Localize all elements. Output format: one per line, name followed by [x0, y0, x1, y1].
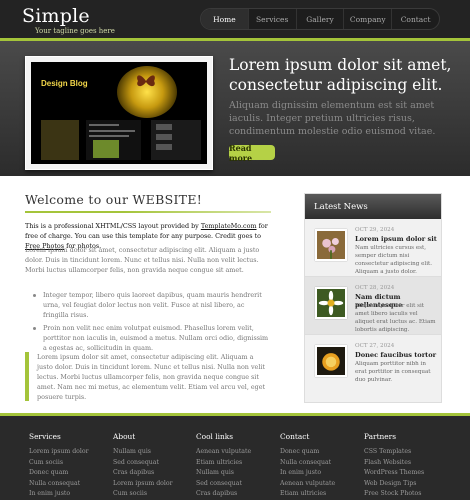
news-heading: Latest News — [305, 194, 441, 219]
footer-link[interactable]: Cras dapibus — [196, 489, 266, 500]
footer-link[interactable]: Web Design Tips — [364, 479, 434, 490]
footer-link[interactable]: Sed consequat — [113, 458, 183, 469]
news-excerpt: Aliquam porttitor nibh in erat porttitor… — [355, 361, 431, 383]
footer-link[interactable]: Lorem ipsum dolor — [113, 479, 183, 490]
footer-column-services: Services Lorem ipsum dolor Cum sociis Do… — [29, 431, 99, 500]
body-paragraph: Lorem ipsum dolor sit amet, consectetur … — [25, 246, 260, 274]
daisy-thumbnail-icon — [315, 287, 347, 319]
bullet-list: Integer tempor, libero quis laoreet dapi… — [33, 290, 271, 356]
news-date: OCT 28, 2024 — [355, 285, 395, 291]
footer-link[interactable]: Free Stock Photos — [364, 489, 434, 500]
footer-link[interactable]: CSS Templates — [364, 447, 434, 458]
news-item[interactable]: OCT 28, 2024 Nam dictum pellentesque Ali… — [305, 277, 441, 335]
footer-column-contact: Contact Donec quam Nulla consequat In en… — [280, 431, 350, 500]
site-logo[interactable]: Simple — [22, 5, 90, 27]
footer-link[interactable]: In enim justo — [29, 489, 99, 500]
intro-text-part1: This is a professional XHTML/CSS layout … — [25, 222, 201, 230]
footer-link[interactable]: Nulla consequat — [29, 479, 99, 490]
quote-accent-bar — [25, 352, 29, 401]
hero-text: Aliquam dignissim elementum est sit amet… — [229, 100, 436, 137]
footer-link[interactable]: Lorem ipsum dolor — [29, 447, 99, 458]
footer-link[interactable]: Donec quam — [280, 447, 350, 458]
news-item[interactable]: OCT 29, 2024 Lorem ipsum dolor sit Nam u… — [305, 219, 441, 277]
orange-thumbnail-icon — [315, 345, 347, 377]
news-date: OCT 27, 2024 — [355, 343, 395, 349]
footer-link[interactable]: Cum sociis — [113, 489, 183, 500]
nav-contact[interactable]: Contact — [391, 9, 439, 29]
news-title[interactable]: Lorem ipsum dolor sit — [355, 235, 439, 243]
latest-news-panel: Latest News OCT 29, 2024 Lorem ipsum dol… — [304, 193, 442, 403]
page-title: Welcome to our WEBSITE! — [25, 192, 203, 207]
footer-heading: Contact — [280, 432, 310, 441]
footer-column-cool-links: Cool links Aenean vulputate Etiam ultric… — [196, 431, 266, 500]
screenshot-photo — [93, 140, 119, 158]
footer-link[interactable]: Nullam quis — [196, 468, 266, 479]
footer-link[interactable]: Nulla consequat — [280, 458, 350, 469]
screenshot-title: Design Blog — [41, 79, 88, 88]
news-title[interactable]: Donec faucibus tortor — [355, 351, 439, 359]
footer-link[interactable]: Etiam ultricies — [280, 489, 350, 500]
footer-heading: About — [113, 432, 136, 441]
screenshot-image: Design Blog — [31, 62, 207, 164]
hero-screenshot[interactable]: Design Blog — [25, 56, 213, 170]
footer-column-partners: Partners CSS Templates Flash Websites Wo… — [364, 431, 434, 500]
footer-link[interactable]: WordPress Themes — [364, 468, 434, 479]
site-tagline: Your tagline goes here — [35, 27, 115, 35]
nav-gallery[interactable]: Gallery — [295, 9, 344, 29]
nav-services[interactable]: Services — [247, 9, 296, 29]
list-item: Proin non velit nec enim volutpat euismo… — [33, 323, 271, 353]
site-footer: Services Lorem ipsum dolor Cum sociis Do… — [0, 416, 470, 500]
footer-heading: Partners — [364, 432, 397, 441]
templatemo-link[interactable]: TemplateMo.com — [201, 222, 257, 230]
news-item[interactable]: OCT 27, 2024 Donec faucibus tortor Aliqu… — [305, 335, 441, 393]
footer-heading: Services — [29, 432, 61, 441]
footer-link[interactable]: Cras dapibus — [113, 468, 183, 479]
title-underline — [25, 211, 271, 213]
site-header: Simple Your tagline goes here Home Servi… — [0, 0, 470, 38]
footer-heading: Cool links — [196, 432, 234, 441]
hero-title: Lorem ipsum dolor sit amet, consectetur … — [229, 56, 452, 94]
news-date: OCT 29, 2024 — [355, 227, 395, 233]
quote-block: Lorem ipsum dolor sit amet, consectetur … — [37, 353, 266, 401]
news-excerpt: Aliquam porttitor elit sit amet libero i… — [355, 303, 436, 333]
butterfly-icon — [137, 75, 155, 87]
footer-link[interactable]: Sed consequat — [196, 479, 266, 490]
nav-company[interactable]: Company — [343, 9, 391, 29]
list-item: Integer tempor, libero quis laoreet dapi… — [33, 290, 271, 320]
screenshot-sidebar — [41, 120, 79, 160]
footer-link[interactable]: Aenean vulputate — [196, 447, 266, 458]
footer-link[interactable]: In enim justo — [280, 468, 350, 479]
footer-link[interactable]: Flash Websites — [364, 458, 434, 469]
footer-link[interactable]: Donec quam — [29, 468, 99, 479]
news-excerpt: Nam ultricies cursus est, semper dictum … — [355, 245, 433, 275]
nav-home[interactable]: Home — [201, 9, 248, 29]
main-nav: Home Services Gallery Company Contact — [200, 8, 440, 30]
footer-column-about: About Nullam quis Sed consequat Cras dap… — [113, 431, 183, 500]
footer-link[interactable]: Cum sociis — [29, 458, 99, 469]
screenshot-thumbs — [151, 120, 201, 160]
footer-link[interactable]: Aenean vulputate — [280, 479, 350, 490]
read-more-button[interactable]: Read more — [229, 143, 275, 163]
footer-link[interactable]: Etiam ultricies — [196, 458, 266, 469]
footer-link[interactable]: Nullam quis — [113, 447, 183, 458]
flower-thumbnail-icon — [315, 229, 347, 261]
